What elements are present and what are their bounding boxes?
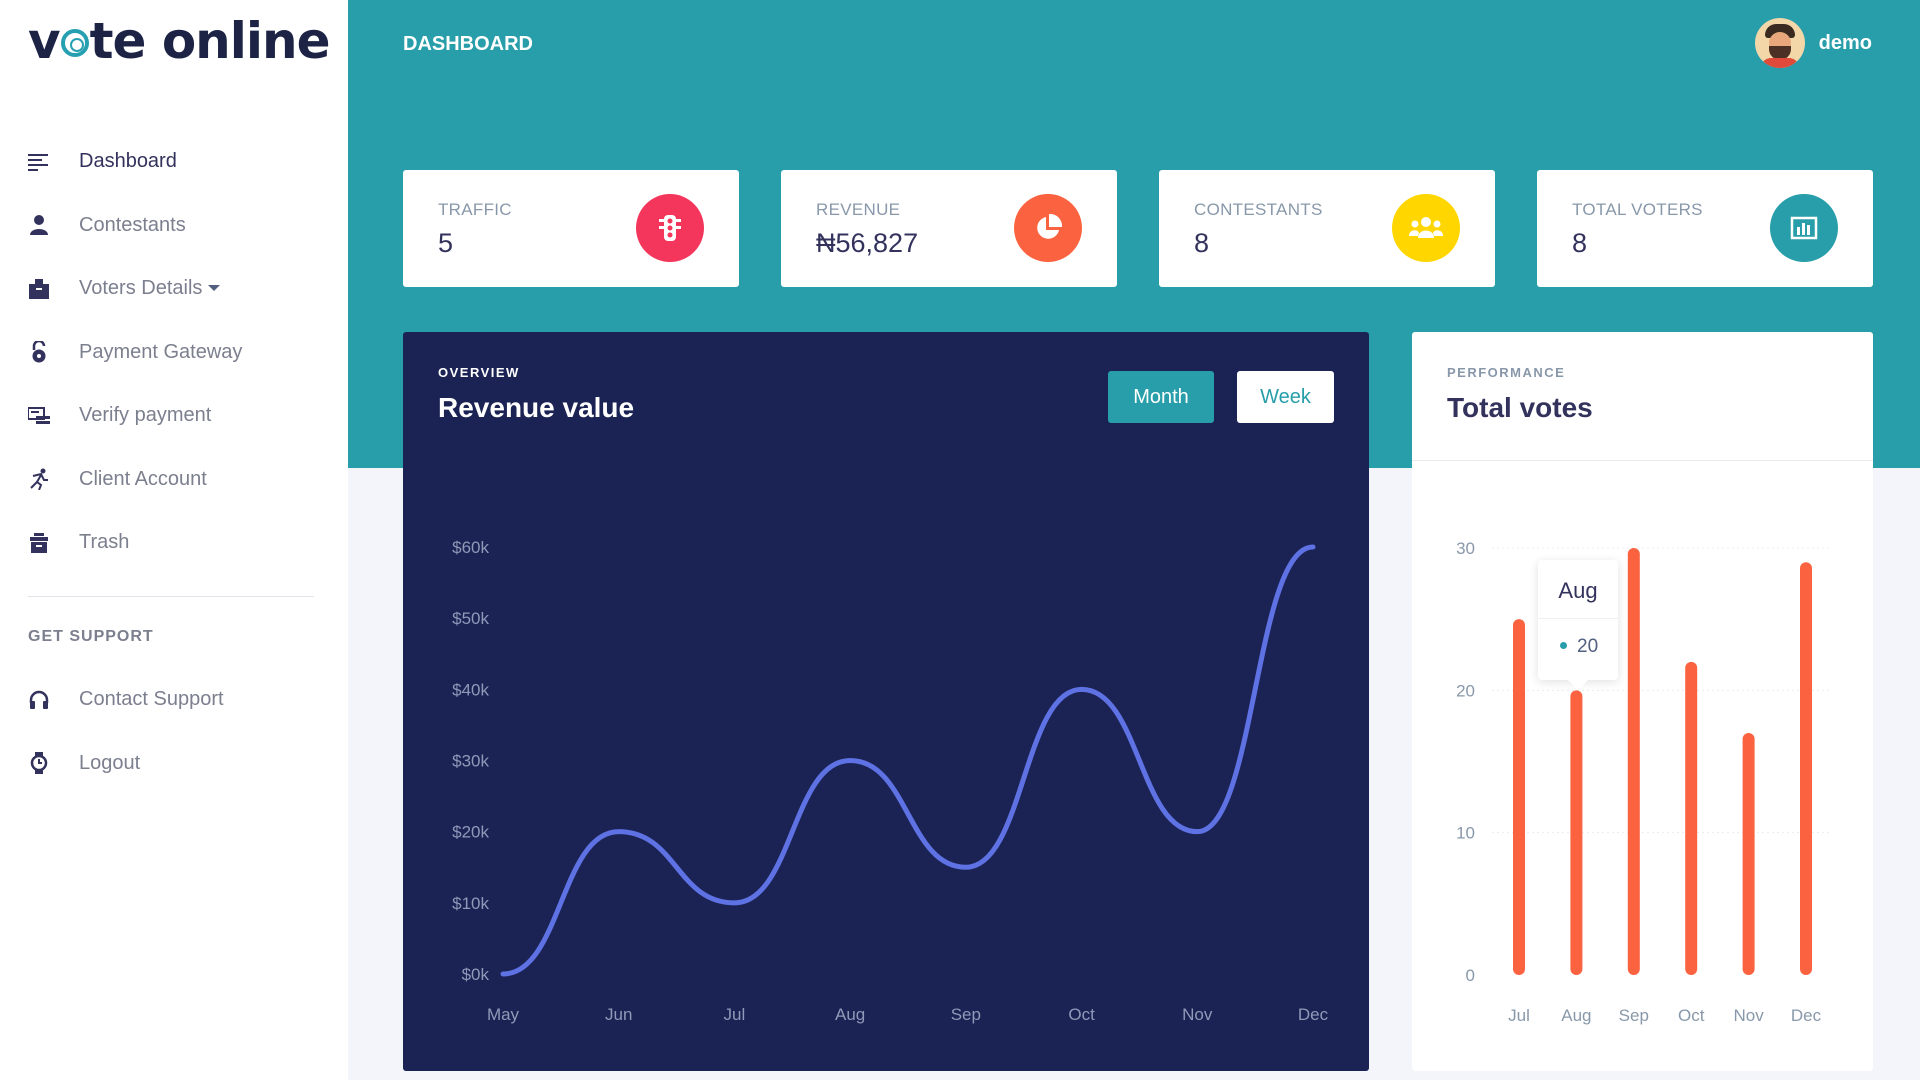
tooltip-value-text: 20 [1577,636,1599,657]
stat-card-traffic: TRAFFIC 5 [403,170,739,287]
vote-bar[interactable] [1570,690,1583,975]
sidebar-item-label: Payment Gateway [79,340,243,363]
stat-title: TOTAL VOTERS [1572,200,1703,219]
x-tick-label: Dec [1791,1006,1822,1025]
sidebar-item-dashboard[interactable]: Dashboard [0,130,348,194]
y-tick-label: $30k [452,752,489,771]
y-tick-label: $20k [452,823,489,842]
sidebar-item-label: Client Account [79,467,207,490]
sidebar-item-label: Trash [79,531,130,554]
x-tick-label: Nov [1182,1005,1213,1024]
y-tick-label: $10k [452,894,489,913]
sidebar-item-label: Verify payment [79,404,212,427]
traffic-light-icon [636,194,704,262]
username[interactable]: demo [1819,32,1872,55]
y-tick-label: 20 [1456,681,1475,700]
total-votes-bar-chart: 0 10 20 30 Jul Aug Sep Oct Nov Dec [1456,539,1830,1025]
stat-title: TRAFFIC [438,200,512,219]
x-tick-label: Jul [724,1005,746,1024]
vote-bar[interactable] [1742,733,1755,975]
stat-value: 8 [1572,228,1588,258]
sidebar-item-label: Voters Details [79,277,221,300]
y-tick-label: 30 [1456,539,1475,558]
brand-suffix: te online [89,12,331,70]
user-menu[interactable]: demo [1754,18,1872,68]
x-tick-label: Aug [835,1005,865,1024]
y-tick-label: $0k [462,965,490,984]
x-tick-label: Dec [1298,1005,1329,1024]
x-tick-label: Sep [1619,1006,1649,1025]
sidebar-item-logout[interactable]: Logout [0,732,348,796]
y-tick-label: $40k [452,680,489,699]
support-heading: GET SUPPORT [28,628,154,645]
money-check-icon [27,404,51,428]
brand-prefix: v [28,12,61,70]
lock-icon [27,340,51,364]
tooltip-label: Aug [1558,578,1598,603]
sidebar-item-voters-details[interactable]: Voters Details [0,257,348,321]
vote-bar[interactable] [1627,548,1640,975]
chart-tooltip: Aug 20 [1538,560,1618,690]
sidebar-item-label: Contact Support [79,688,224,711]
series-dot-icon [1560,642,1567,649]
avatar[interactable] [1754,18,1805,68]
inbox-icon [27,277,51,301]
pie-chart-icon [1014,194,1082,262]
stat-title: CONTESTANTS [1194,200,1323,219]
sidebar-item-client-account[interactable]: Client Account [0,448,348,512]
sidebar-item-label: Contestants [79,213,186,236]
stat-value: 5 [438,228,454,258]
tooltip-value: 20 [1560,636,1598,658]
stat-card-revenue: REVENUE ₦56,827 [781,170,1117,287]
revenue-line-chart: $0k $10k $20k $30k $40k $50k $60k May Jun Jul Aug S… [452,538,1329,1024]
y-tick-label: $60k [452,538,489,557]
list-icon [27,150,51,174]
support-nav: Contact Support Logout [0,668,348,795]
vote-bar[interactable] [1800,562,1812,975]
brand-logo[interactable]: v te online [28,12,331,70]
overview-card: OVERVIEW Revenue value Month Week $0k $10… [403,332,1369,1071]
vote-bar[interactable] [1513,619,1525,975]
y-tick-label: 0 [1466,966,1475,985]
x-tick-label: Jul [1508,1006,1530,1025]
x-tick-label: Oct [1068,1005,1095,1024]
sidebar-item-payment-gateway[interactable]: Payment Gateway [0,321,348,385]
caret-down-icon [208,285,221,292]
sidebar: v te online Dashboard Contestants Voters … [0,0,348,1080]
sidebar-item-trash[interactable]: Trash [0,511,348,575]
bar-chart-icon [1770,194,1838,262]
fingerprint-icon [60,29,89,57]
stat-card-contestants: CONTESTANTS 8 [1159,170,1495,287]
headphones-icon [27,688,51,712]
stat-value: 8 [1194,228,1210,258]
sidebar-nav: Dashboard Contestants Voters Details Pay… [0,130,348,575]
users-icon [1392,194,1460,262]
y-tick-label: 10 [1456,824,1475,843]
revenue-series-line [500,544,1316,977]
sidebar-item-label: Dashboard [79,150,177,173]
sidebar-item-contact-support[interactable]: Contact Support [0,668,348,732]
sidebar-item-label: Logout [79,751,141,774]
archive-icon [27,531,51,555]
stat-title: REVENUE [816,200,901,219]
x-tick-label: May [487,1005,520,1024]
voters-details-label: Voters Details [79,277,203,300]
page-title: DASHBOARD [403,33,533,55]
sidebar-divider [28,596,314,597]
running-icon [27,467,51,491]
x-tick-label: Jun [605,1005,632,1024]
watch-icon [27,751,51,775]
x-tick-label: Aug [1561,1006,1591,1025]
vote-bar[interactable] [1685,661,1698,975]
performance-card: PERFORMANCE Total votes 0 10 20 30 Jul Aug Sep… [1412,332,1873,1071]
stat-card-total-voters: TOTAL VOTERS 8 [1537,170,1873,287]
sidebar-item-verify-payment[interactable]: Verify payment [0,384,348,448]
stat-value: ₦56,827 [816,228,919,258]
x-tick-label: Oct [1678,1006,1705,1025]
x-tick-label: Sep [951,1005,981,1024]
user-icon [27,213,51,237]
sidebar-item-contestants[interactable]: Contestants [0,194,348,258]
y-tick-label: $50k [452,609,489,628]
x-tick-label: Nov [1733,1006,1764,1025]
